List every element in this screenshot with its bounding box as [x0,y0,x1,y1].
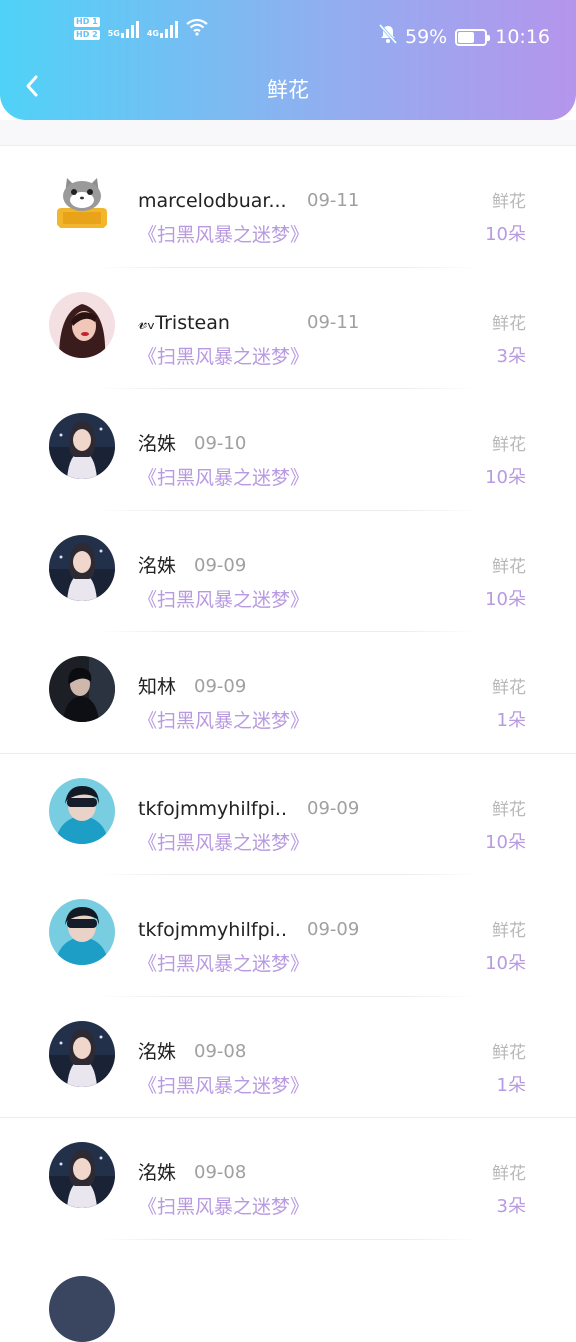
bell-muted-icon [378,24,398,50]
username[interactable]: tkfojmmyhilfpi... [138,918,288,942]
gift-type-label: 鲜花 [492,921,526,941]
gift-count: 1朵 [496,1074,526,1096]
clock: 10:16 [495,26,550,48]
avatar[interactable] [49,291,115,358]
gift-date: 09-11 [307,311,360,333]
work-title-link[interactable]: 《扫黑风暴之迷梦》 [138,1074,309,1098]
nav-bar: 鲜花 [0,60,576,116]
avatar[interactable] [49,534,115,601]
work-title-link[interactable]: 《扫黑风暴之迷梦》 [138,466,309,490]
sim-indicators: HD 1 HD 2 [74,17,100,40]
signal-group: HD 1 HD 2 5G 4G [74,17,208,40]
username[interactable]: 𝓋ᵥTristean [138,311,230,335]
username[interactable]: 洺姝 [138,432,176,456]
gift-type-label: 鲜花 [492,1042,526,1063]
username[interactable]: 知林 [138,675,176,699]
gift-type-label: 鲜花 [492,435,526,455]
list-item[interactable]: 洺姝 09-09 《扫黑风暴之迷梦》 鲜花 10朵 [0,511,576,632]
gift-type-label: 鲜花 [492,313,526,334]
row-divider [96,1238,480,1240]
gift-date: 09-08 [194,1162,247,1183]
work-title-link[interactable]: 《扫黑风暴之迷梦》 [138,831,309,855]
avatar[interactable] [49,656,115,722]
net2-label: 4G [146,28,159,38]
gift-count: 3朵 [496,345,526,367]
battery-percent: 59% [405,26,448,48]
sim2-label: HD 2 [74,30,100,40]
list-item[interactable]: 洺姝 09-10 《扫黑风暴之迷梦》 鲜花 10朵 [0,389,576,511]
gift-count: 10朵 [485,467,526,488]
gift-date: 09-11 [307,190,360,211]
avatar[interactable] [49,1020,115,1087]
signal-5g: 5G [108,20,139,38]
page-title: 鲜花 [267,78,309,102]
gift-type-label: 鲜花 [492,1164,526,1184]
gift-count: 10朵 [485,224,526,245]
list-item[interactable]: marcelodbuar... 09-11 《扫黑风暴之迷梦》 鲜花 10朵 [0,146,576,268]
gift-date: 09-09 [194,554,247,576]
list-item[interactable]: 洺姝 09-08 《扫黑风暴之迷梦》 鲜花 1朵 [0,997,576,1118]
list-item[interactable]: 洺姝 09-08 《扫黑风暴之迷梦》 鲜花 3朵 [0,1118,576,1240]
gift-type-label: 鲜花 [492,678,526,698]
gift-date: 09-09 [194,676,247,697]
avatar[interactable] [49,170,115,236]
work-title-link[interactable]: 《扫黑风暴之迷梦》 [138,588,309,612]
flower-gift-list: marcelodbuar... 09-11 《扫黑风暴之迷梦》 鲜花 10朵 𝓋ᵥTris… [0,146,576,1240]
gift-type-label: 鲜花 [492,192,526,212]
wifi-icon [186,18,208,40]
username[interactable]: marcelodbuar... [138,189,287,213]
sim1-badge: HD 1 [74,17,100,27]
work-title-link[interactable]: 《扫黑风暴之迷梦》 [138,952,309,976]
avatar[interactable] [49,413,115,479]
header-spacer [0,120,576,146]
gift-count: 10朵 [485,588,526,610]
avatar[interactable] [49,1142,115,1208]
avatar[interactable] [49,777,115,844]
username[interactable]: tkfojmmyhilfpi... [138,797,288,821]
sim2-badge: HD 2 [74,30,100,40]
battery-icon [455,28,491,46]
net1-label: 5G [107,28,120,38]
gift-date: 09-08 [194,1040,247,1062]
gift-count: 10朵 [485,953,526,974]
username[interactable]: 洺姝 [138,554,176,578]
gift-count: 1朵 [496,710,526,731]
app-header: HD 1 HD 2 5G 4G 59% 10:16 鲜花 [0,0,576,120]
gift-date: 09-10 [194,433,247,454]
list-item[interactable]: 知林 09-09 《扫黑风暴之迷梦》 鲜花 1朵 [0,632,576,754]
sim1-label: HD 1 [74,17,100,27]
gift-date: 09-09 [307,919,360,940]
username[interactable]: 洺姝 [138,1040,176,1064]
status-bar: HD 1 HD 2 5G 4G 59% 10:16 [0,0,576,60]
work-title-link[interactable]: 《扫黑风暴之迷梦》 [138,709,309,733]
list-item[interactable]: tkfojmmyhilfpi... 09-09 《扫黑风暴之迷梦》 鲜花 10朵 [0,754,576,875]
status-right: 59% 10:16 [378,24,550,50]
signal-bars-icon [159,20,178,38]
work-title-link[interactable]: 《扫黑风暴之迷梦》 [138,1195,309,1219]
work-title-link[interactable]: 《扫黑风暴之迷梦》 [138,223,309,247]
signal-bars-icon [120,20,139,38]
avatar[interactable] [49,899,115,965]
gift-count: 10朵 [485,831,526,853]
gift-count: 3朵 [496,1196,526,1217]
username[interactable]: 洺姝 [138,1161,176,1185]
gift-type-label: 鲜花 [492,799,526,820]
list-item[interactable]: 𝓋ᵥTristean 09-11 《扫黑风暴之迷梦》 鲜花 3朵 [0,268,576,389]
list-item[interactable]: tkfojmmyhilfpi... 09-09 《扫黑风暴之迷梦》 鲜花 10朵 [0,875,576,997]
gift-type-label: 鲜花 [492,556,526,577]
work-title-link[interactable]: 《扫黑风暴之迷梦》 [138,345,309,369]
gift-date: 09-09 [307,797,360,819]
signal-4g: 4G [147,20,178,38]
avatar[interactable] [49,1276,115,1342]
